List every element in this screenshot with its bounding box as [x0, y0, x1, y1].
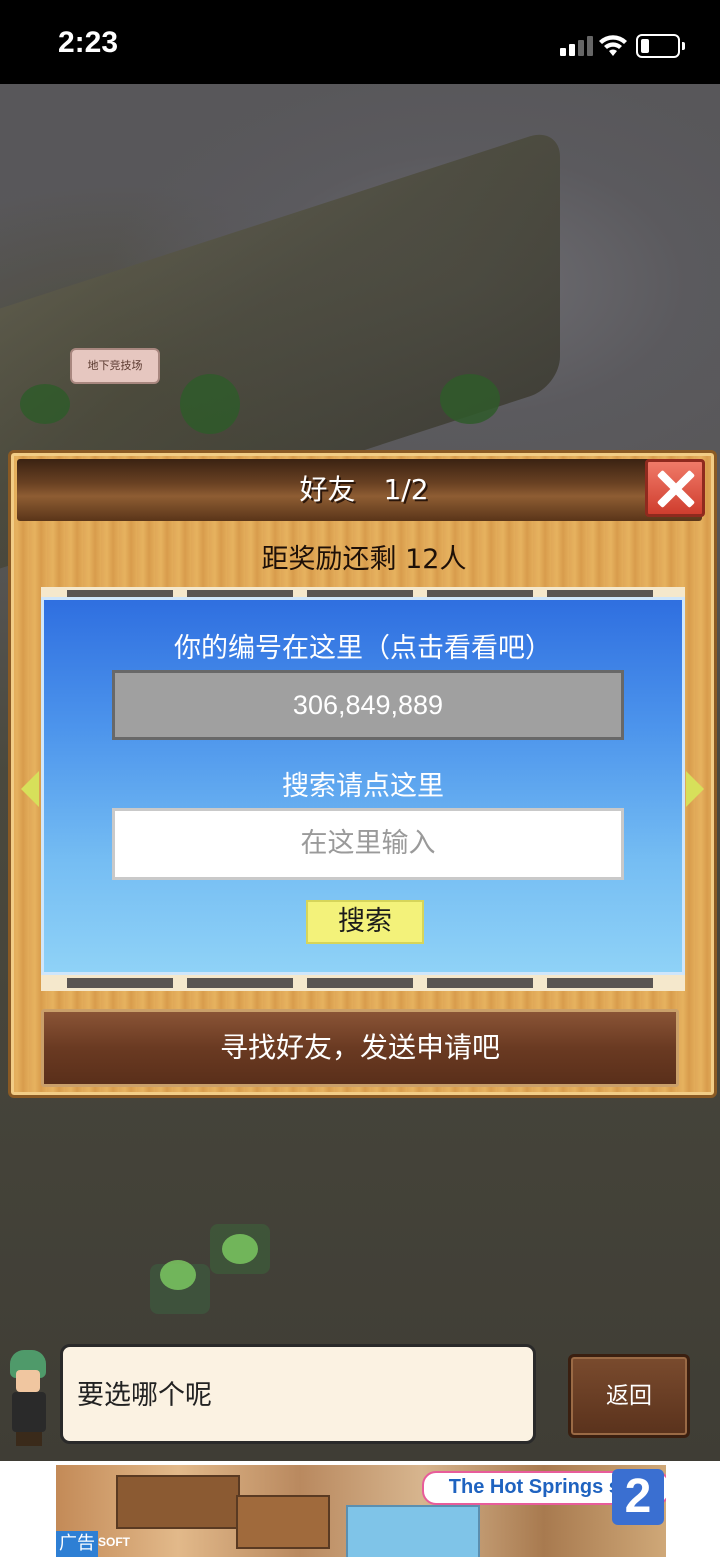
- signal-bar: [569, 44, 575, 56]
- tree: [180, 374, 240, 434]
- reward-remaining-text: 距奖励还剩 12人: [261, 544, 467, 575]
- previous-page-arrow-icon[interactable]: [21, 771, 39, 807]
- ad-room: [236, 1495, 330, 1549]
- slot: [307, 978, 413, 988]
- search-input[interactable]: 在这里输入: [112, 808, 624, 880]
- status-time: 2:23: [58, 26, 119, 59]
- search-button[interactable]: 搜索: [306, 900, 424, 944]
- ad-label: 广告: [56, 1531, 98, 1557]
- arena-sign[interactable]: 地下竞技场: [70, 348, 160, 384]
- signal-bar: [587, 36, 593, 56]
- tree: [440, 374, 500, 424]
- find-friends-button[interactable]: 寻找好友，发送申请吧: [41, 1009, 679, 1087]
- panel-frame-bottom: [41, 975, 685, 991]
- advisor-avatar: [2, 1348, 56, 1448]
- close-button[interactable]: [645, 459, 705, 517]
- speech-bubble: 要选哪个呢: [60, 1344, 536, 1444]
- lamp-glow: [160, 1260, 196, 1290]
- wifi-icon: [599, 35, 627, 56]
- tree: [20, 384, 70, 424]
- battery-icon: [636, 34, 685, 58]
- slot: [427, 978, 533, 988]
- ad-pool: [346, 1505, 480, 1557]
- status-icons: [552, 30, 692, 60]
- signal-bar: [578, 40, 584, 56]
- friends-dialog: 好友 1/2 距奖励还剩 12人 你的编号在这里（点击看看吧） 306,849,…: [8, 450, 717, 1098]
- ad-number: 2: [612, 1469, 664, 1525]
- status-bar: 2:23: [0, 0, 720, 84]
- search-panel: 你的编号在这里（点击看看吧） 306,849,889 搜索请点这里 在这里输入 …: [41, 597, 685, 975]
- back-button[interactable]: 返回: [568, 1354, 690, 1438]
- dialog-title: 好友 1/2: [299, 473, 429, 506]
- search-label: 搜索请点这里: [282, 771, 444, 802]
- id-label: 你的编号在这里（点击看看吧）: [174, 633, 552, 664]
- ad-brand: SOFT: [98, 1535, 130, 1549]
- slot: [187, 978, 293, 988]
- signal-icon: [560, 48, 566, 56]
- player-id-box[interactable]: 306,849,889: [112, 670, 624, 740]
- slot: [547, 978, 653, 988]
- slot: [67, 978, 173, 988]
- lamp-glow: [222, 1234, 258, 1264]
- next-page-arrow-icon[interactable]: [686, 771, 704, 807]
- ad-banner[interactable]: The Hot Springs sim 2 广告 SOFT: [56, 1465, 666, 1557]
- ad-room: [116, 1475, 240, 1529]
